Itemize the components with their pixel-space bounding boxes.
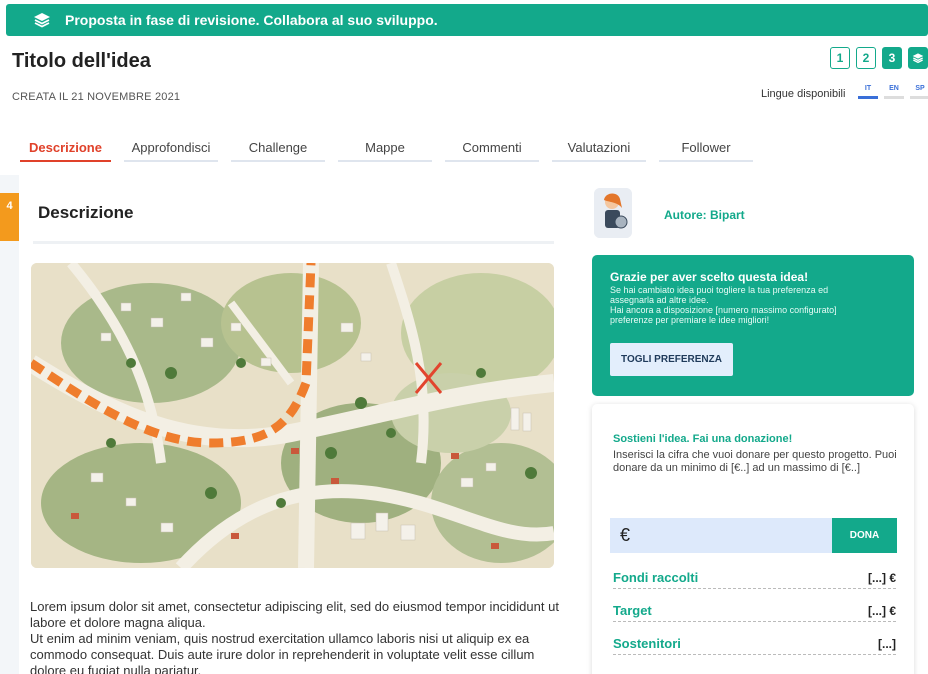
tab-bar: Descrizione Approfondisci Challenge Mapp… <box>20 138 766 162</box>
stat-value: [...] € <box>867 570 896 585</box>
preference-title: Grazie per aver scelto questa idea! <box>610 270 809 284</box>
tab-approfondisci[interactable]: Approfondisci <box>124 138 218 162</box>
stat-row-target: Target [...] € <box>613 600 896 622</box>
phase-step-3[interactable]: 3 <box>882 47 902 69</box>
avatar <box>594 188 632 238</box>
phase-step-2[interactable]: 2 <box>856 47 876 69</box>
donation-description: Inserisci la cifra che vuoi donare per q… <box>613 449 897 474</box>
stat-label: Fondi raccolti <box>613 570 699 585</box>
status-banner: Proposta in fase di revisione. Collabora… <box>6 4 928 36</box>
tab-mappe[interactable]: Mappe <box>338 138 432 162</box>
donation-title: Sostieni l'idea. Fai una donazione! <box>613 433 793 445</box>
tab-challenge[interactable]: Challenge <box>231 138 325 162</box>
side-badge: 4 <box>0 193 19 241</box>
tab-valutazioni[interactable]: Valutazioni <box>552 138 646 162</box>
tab-commenti[interactable]: Commenti <box>445 138 539 162</box>
stat-value: [...] € <box>867 603 896 618</box>
description-paragraph: Lorem ipsum dolor sit amet, consectetur … <box>30 599 559 630</box>
stat-row-supporters: Sostenitori [...] <box>613 633 896 655</box>
donate-button[interactable]: DONA <box>832 518 897 553</box>
preference-card: Grazie per aver scelto questa idea! Se h… <box>592 255 914 396</box>
language-it[interactable]: IT <box>858 85 878 99</box>
donation-amount-input[interactable]: € <box>610 518 832 553</box>
created-date: CREATA IL 21 NOVEMBRE 2021 <box>12 91 181 103</box>
stat-label: Sostenitori <box>613 636 681 651</box>
divider <box>33 241 554 244</box>
stat-row-funds: Fondi raccolti [...] € <box>613 567 896 589</box>
preference-text: Se hai cambiato idea puoi togliere la tu… <box>610 285 829 295</box>
phase-step-1[interactable]: 1 <box>830 47 850 69</box>
city-map-image <box>31 263 554 568</box>
stat-value: [...] <box>878 636 896 651</box>
stat-label: Target <box>613 603 652 618</box>
remove-preference-button[interactable]: TOGLI PREFERENZA <box>610 343 733 376</box>
layers-icon[interactable] <box>908 47 928 69</box>
idea-page: Proposta in fase di revisione. Collabora… <box>0 0 928 674</box>
description-text: Lorem ipsum dolor sit amet, consectetur … <box>30 599 560 674</box>
side-strip <box>0 175 19 674</box>
tab-descrizione[interactable]: Descrizione <box>20 138 111 162</box>
languages-label: Lingue disponibili <box>761 88 846 100</box>
language-switcher: IT EN SP <box>858 85 928 99</box>
section-title: Descrizione <box>38 203 134 222</box>
preference-text: assegnarla ad altre idee. <box>610 295 709 305</box>
layers-icon <box>33 11 51 29</box>
phase-steps: 1 2 3 <box>830 47 928 69</box>
preference-text: Hai ancora a disposizione [numero massim… <box>610 305 837 315</box>
preference-text: preferenze per premiare le idee migliori… <box>610 315 770 325</box>
donation-card: Sostieni l'idea. Fai una donazione! Inse… <box>592 404 914 674</box>
tab-follower[interactable]: Follower <box>659 138 753 162</box>
page-title: Titolo dell'idea <box>12 50 151 72</box>
banner-text: Proposta in fase di revisione. Collabora… <box>65 12 438 28</box>
author-name[interactable]: Autore: Bipart <box>664 208 745 222</box>
euro-icon: € <box>620 525 631 545</box>
description-paragraph: Ut enim ad minim veniam, quis nostrud ex… <box>30 631 535 674</box>
language-sp[interactable]: SP <box>910 85 928 99</box>
language-en[interactable]: EN <box>884 85 904 99</box>
